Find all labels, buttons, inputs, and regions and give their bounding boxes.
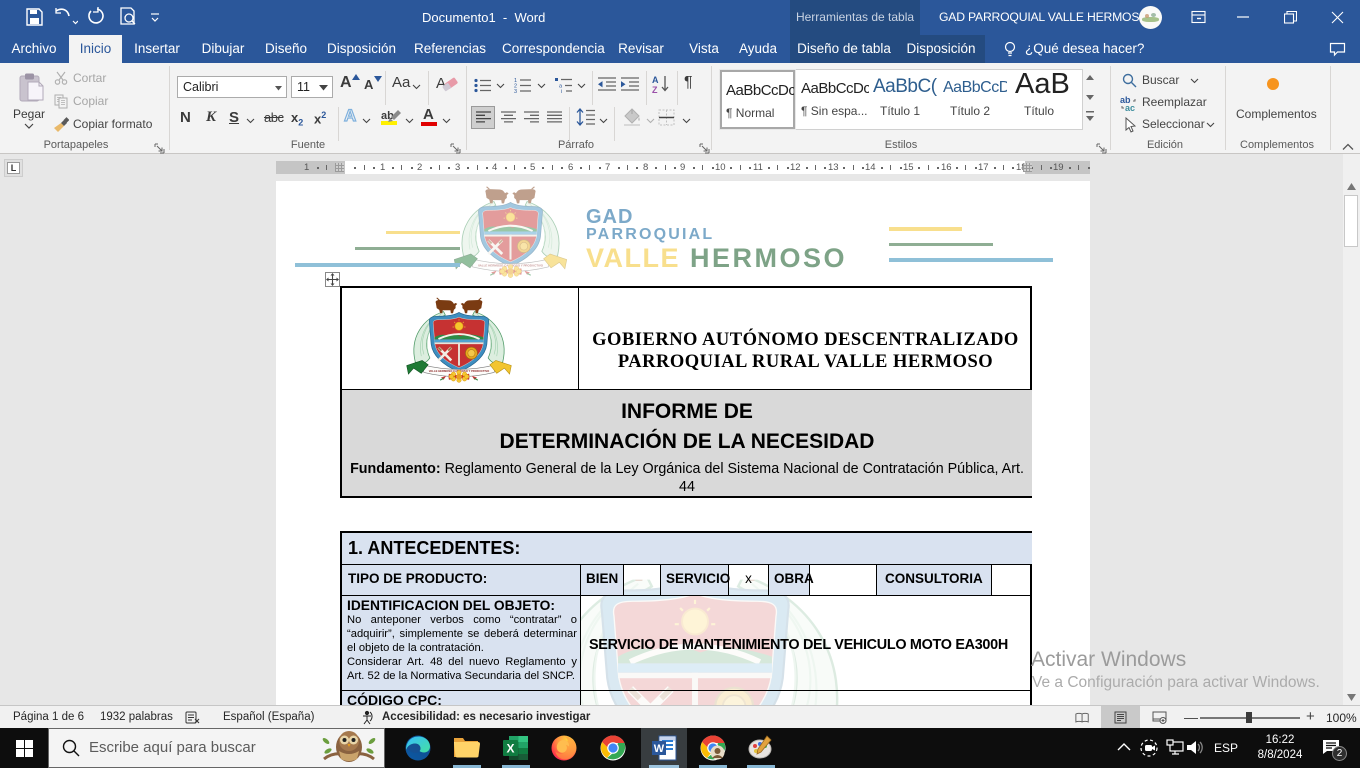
svg-text:ac: ac bbox=[1125, 103, 1135, 111]
svg-text:Z: Z bbox=[652, 85, 658, 94]
svg-text:3: 3 bbox=[514, 89, 517, 93]
svg-text:i: i bbox=[561, 89, 562, 93]
svg-text:X: X bbox=[506, 742, 514, 756]
svg-text:W: W bbox=[654, 743, 665, 755]
svg-text:A: A bbox=[652, 75, 659, 85]
